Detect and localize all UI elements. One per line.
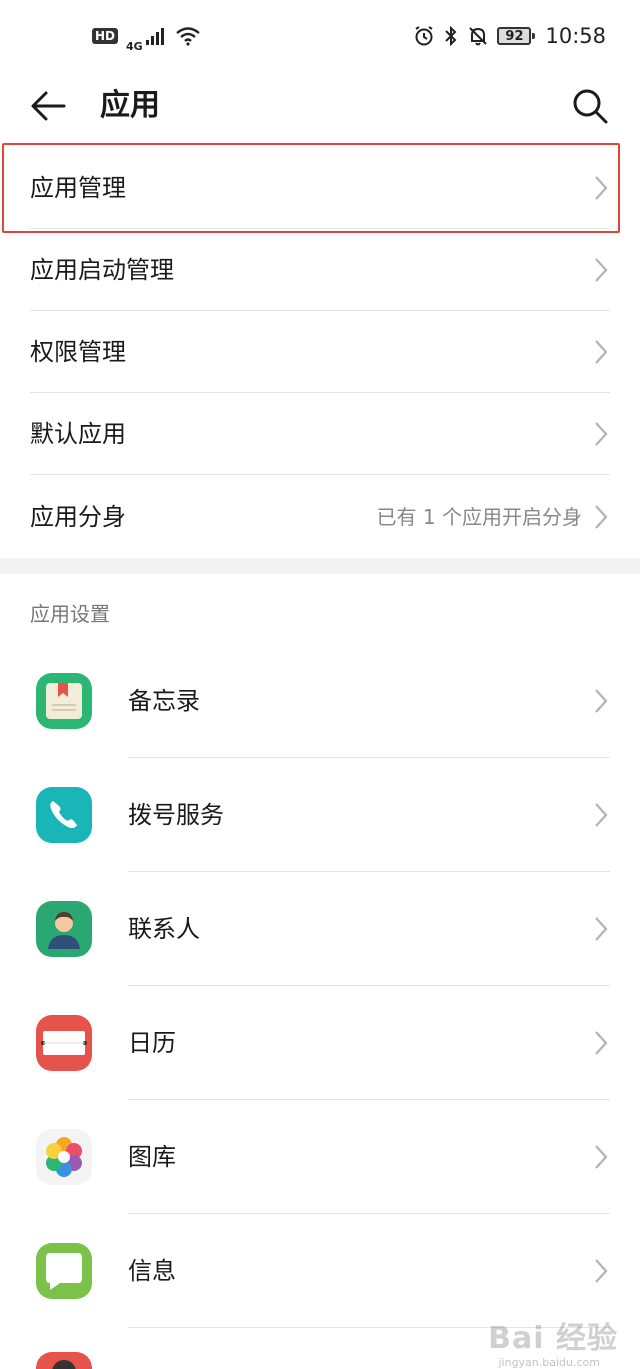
divider (30, 474, 610, 475)
app-row-phone[interactable]: 拨号服务 (0, 758, 640, 872)
chevron-right-icon (595, 422, 608, 446)
contacts-icon (36, 901, 92, 957)
section-separator (0, 558, 640, 574)
chevron-right-icon (595, 505, 608, 529)
section-header: 应用设置 (30, 602, 110, 626)
app-label: 备忘录 (128, 687, 200, 715)
app-label: 联系人 (128, 915, 200, 943)
watermark: Bai 经验 (488, 1321, 618, 1356)
menu-item-permission-management[interactable]: 权限管理 (0, 311, 640, 393)
signal-icon (145, 28, 164, 45)
highlight-box (2, 143, 620, 233)
chevron-right-icon (595, 803, 608, 827)
phone-icon (36, 787, 92, 843)
menu-item-default-apps[interactable]: 默认应用 (0, 393, 640, 475)
app-bar: 应用 (0, 72, 640, 140)
status-bar: HD 4G 92 10:58 (0, 0, 640, 72)
menu-item-app-twin[interactable]: 应用分身 已有 1 个应用开启分身 (0, 476, 640, 558)
status-left: HD 4G (92, 20, 201, 53)
menu-item-label: 应用启动管理 (30, 256, 174, 284)
app-row-messages[interactable]: 信息 (0, 1214, 640, 1328)
hd-badge: HD (92, 28, 119, 44)
menu-item-startup-management[interactable]: 应用启动管理 (0, 229, 640, 311)
app-row-contacts[interactable]: 联系人 (0, 872, 640, 986)
messages-icon (36, 1243, 92, 1299)
status-right: 92 10:58 (413, 24, 606, 48)
chevron-right-icon (595, 258, 608, 282)
app-label: 拨号服务 (128, 801, 224, 829)
bluetooth-icon (445, 25, 457, 47)
app-twin-status: 已有 1 个应用开启分身 (376, 505, 582, 529)
page-title: 应用 (100, 88, 160, 123)
chevron-right-icon (595, 1031, 608, 1055)
chevron-right-icon (595, 340, 608, 364)
app-row-gallery[interactable]: 图库 (0, 1100, 640, 1214)
app-label: 图库 (128, 1143, 176, 1171)
alarm-icon (415, 26, 434, 46)
app-label: 日历 (128, 1029, 176, 1057)
menu-item-label: 权限管理 (30, 338, 126, 366)
battery-icon: 92 (497, 27, 536, 45)
wifi-icon (175, 27, 200, 46)
back-arrow-icon[interactable] (28, 86, 68, 126)
partial-app-icon (36, 1352, 92, 1369)
calendar-icon (36, 1015, 92, 1071)
network-type: 4G (126, 39, 143, 53)
notepad-icon (36, 673, 92, 729)
chevron-right-icon (595, 1145, 608, 1169)
app-row-calendar[interactable]: 日历 (0, 986, 640, 1100)
search-icon[interactable] (570, 86, 610, 126)
clock: 10:58 (545, 24, 606, 48)
app-label: 信息 (128, 1257, 176, 1285)
chevron-right-icon (595, 689, 608, 713)
mute-icon (469, 27, 488, 46)
app-row-notepad[interactable]: 备忘录 (0, 644, 640, 758)
watermark-url: jingyan.baidu.com (498, 1356, 600, 1369)
gallery-icon (36, 1129, 92, 1185)
menu-item-label: 默认应用 (30, 420, 126, 448)
menu-item-label: 应用分身 (30, 503, 126, 531)
chevron-right-icon (595, 1259, 608, 1283)
chevron-right-icon (595, 917, 608, 941)
